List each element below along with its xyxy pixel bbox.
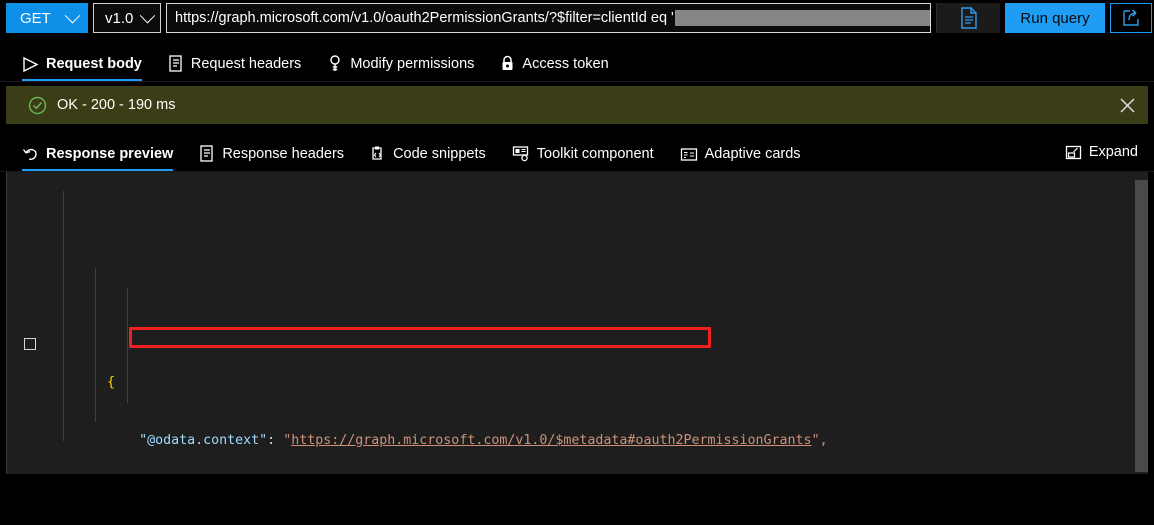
tab-label: Response headers <box>222 145 345 162</box>
tab-label: Response preview <box>46 146 174 162</box>
document-list-icon <box>200 145 213 162</box>
tab-code-snippets[interactable]: Code snippets <box>370 145 486 171</box>
code-line: { <box>7 334 1148 390</box>
chevron-down-icon <box>139 7 156 23</box>
code-token: "@odata.context": "https://graph.microso… <box>69 431 828 450</box>
json-key: "@odata.context" <box>139 432 268 448</box>
url-prefix: https://graph.microsoft.com/v1.0/oauth2P… <box>175 9 674 26</box>
documentation-button[interactable] <box>936 3 1000 33</box>
tab-toolkit-component[interactable]: Toolkit component <box>512 145 654 171</box>
check-circle-icon <box>28 96 47 114</box>
history-back-icon <box>22 148 37 160</box>
http-method-value: GET <box>20 9 51 27</box>
chevron-down-icon <box>64 7 81 23</box>
json-punct: : <box>267 432 284 448</box>
vertical-scrollbar[interactable] <box>1135 180 1148 472</box>
indent-guide <box>63 191 64 441</box>
fold-toggle[interactable] <box>24 338 36 351</box>
tab-label: Access token <box>522 55 609 72</box>
share-button[interactable] <box>1110 3 1152 33</box>
tab-label: Toolkit component <box>536 145 654 162</box>
url-text: https://graph.microsoft.com/v1.0/oauth2P… <box>167 9 930 27</box>
api-version-select[interactable]: v1.0 <box>93 3 161 33</box>
tab-modify-permissions[interactable]: Modify permissions <box>327 55 474 81</box>
share-icon <box>1123 9 1139 26</box>
url-redaction-bar <box>674 10 930 27</box>
expand-label: Expand <box>1088 144 1138 160</box>
status-bar: OK - 200 - 190 ms <box>6 86 1148 124</box>
run-query-button[interactable]: Run query <box>1005 3 1105 33</box>
document-icon <box>960 7 977 29</box>
code-line: "@odata.context": "https://graph.microso… <box>7 412 1148 448</box>
tab-access-token[interactable]: Access token <box>500 55 609 81</box>
document-list-icon <box>169 55 182 72</box>
url-input[interactable]: https://graph.microsoft.com/v1.0/oauth2P… <box>166 3 931 33</box>
card-icon <box>680 147 697 161</box>
json-string: ", <box>811 432 828 448</box>
tab-label: Request headers <box>190 55 302 72</box>
request-tabs: Request body Request headers Modify perm… <box>0 33 1154 82</box>
code-token: { <box>107 374 116 390</box>
tab-response-headers[interactable]: Response headers <box>199 145 344 171</box>
json-quote: " <box>283 432 292 448</box>
tab-label: Modify permissions <box>350 55 475 72</box>
code-clipboard-icon <box>372 146 382 160</box>
tab-label: Adaptive cards <box>704 146 801 162</box>
json-code: { "@odata.context": "https://graph.micro… <box>7 172 1148 474</box>
api-version-value: v1.0 <box>105 9 134 27</box>
tab-response-preview[interactable]: Response preview <box>22 146 174 171</box>
tab-adaptive-cards[interactable]: Adaptive cards <box>680 146 801 171</box>
http-method-select[interactable]: GET <box>6 3 88 33</box>
expand-button[interactable]: Expand <box>1065 144 1138 171</box>
status-text: OK - 200 - 190 ms <box>57 97 176 113</box>
response-body-viewer[interactable]: { "@odata.context": "https://graph.micro… <box>6 172 1148 474</box>
response-tabs: Response preview Response headers Code s… <box>0 124 1154 172</box>
status-close-button[interactable] <box>1119 97 1136 114</box>
expand-icon <box>1065 145 1081 159</box>
tab-request-body[interactable]: Request body <box>22 56 142 81</box>
json-link[interactable]: https://graph.microsoft.com/v1.0/$metada… <box>291 433 811 448</box>
key-icon <box>330 55 341 71</box>
query-bar: GET v1.0 https://graph.microsoft.com/v1.… <box>0 0 1154 33</box>
tab-label: Code snippets <box>393 145 486 162</box>
close-icon <box>1120 97 1135 113</box>
lock-icon <box>502 55 513 70</box>
toolkit-icon <box>512 146 528 162</box>
send-arrow-icon <box>23 56 39 72</box>
tab-request-headers[interactable]: Request headers <box>168 55 301 81</box>
tab-label: Request body <box>46 56 142 72</box>
